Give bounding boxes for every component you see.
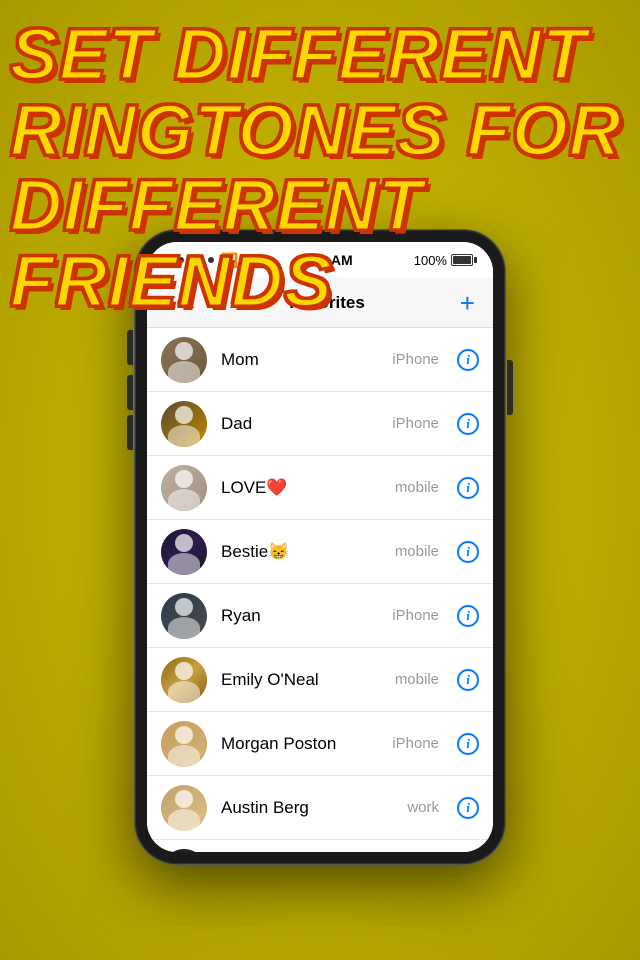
avatar-bestie	[161, 529, 207, 575]
contact-type-bestie: mobile	[395, 543, 439, 560]
info-button-love[interactable]: i	[457, 477, 479, 499]
contact-name-love: LOVE❤️	[221, 478, 395, 498]
avatar-morgan	[161, 721, 207, 767]
contact-info-dad: Dad	[221, 414, 392, 434]
contact-type-emily: mobile	[395, 671, 439, 688]
contact-type-love: mobile	[395, 479, 439, 496]
contact-row-emily[interactable]: Emily O'Nealmobile i	[147, 648, 493, 712]
info-button-ryan[interactable]: i	[457, 605, 479, 627]
contact-right-dad: iPhone i	[392, 413, 479, 435]
contact-right-emily: mobile i	[395, 669, 479, 691]
contact-info-mom: Mom	[221, 350, 392, 370]
headline: Set Different Ringtones For Different Fr…	[10, 18, 630, 320]
contact-row-austin[interactable]: Austin Bergwork i	[147, 776, 493, 840]
contact-info-morgan: Morgan Poston	[221, 734, 392, 754]
contact-type-ryan: iPhone	[392, 607, 439, 624]
contact-right-love: mobile i	[395, 477, 479, 499]
info-button-morgan[interactable]: i	[457, 733, 479, 755]
info-button-austin[interactable]: i	[457, 797, 479, 819]
contact-name-dad: Dad	[221, 414, 392, 434]
contact-list: MomiPhoneiDadiPhoneiLOVE❤️mobileiBestie😸…	[147, 328, 493, 852]
contact-info-austin: Austin Berg	[221, 798, 407, 818]
contact-name-bestie: Bestie😸	[221, 542, 395, 562]
contact-name-ryan: Ryan	[221, 606, 392, 626]
contact-type-austin: work	[407, 799, 439, 816]
contact-info-love: LOVE❤️	[221, 478, 395, 498]
contact-right-austin: work i	[407, 797, 479, 819]
avatar-michelle	[161, 849, 207, 853]
headline-line2: Ringtones For	[10, 94, 630, 170]
contact-row-dad[interactable]: DadiPhone i	[147, 392, 493, 456]
headline-line1: Set Different	[10, 18, 630, 94]
contact-row-ryan[interactable]: RyaniPhone i	[147, 584, 493, 648]
avatar-emily	[161, 657, 207, 703]
info-button-bestie[interactable]: i	[457, 541, 479, 563]
contact-row-love[interactable]: LOVE❤️mobile i	[147, 456, 493, 520]
contact-right-mom: iPhone i	[392, 349, 479, 371]
phone-device: 📶 9:41 AM 100% Edit Favorites + MomiPhon…	[135, 230, 505, 864]
phone-shell: 📶 9:41 AM 100% Edit Favorites + MomiPhon…	[135, 230, 505, 864]
avatar-love	[161, 465, 207, 511]
avatar-austin	[161, 785, 207, 831]
contact-right-bestie: mobile i	[395, 541, 479, 563]
contact-row-mom[interactable]: MomiPhone i	[147, 328, 493, 392]
contact-right-morgan: iPhone i	[392, 733, 479, 755]
contact-type-morgan: iPhone	[392, 735, 439, 752]
contact-row-morgan[interactable]: Morgan PostoniPhone i	[147, 712, 493, 776]
info-button-emily[interactable]: i	[457, 669, 479, 691]
avatar-mom	[161, 337, 207, 383]
avatar-ryan	[161, 593, 207, 639]
contact-info-ryan: Ryan	[221, 606, 392, 626]
contact-row-michelle[interactable]: Michelle Trangmobilei	[147, 840, 493, 852]
contact-type-mom: iPhone	[392, 351, 439, 368]
contact-row-bestie[interactable]: Bestie😸mobile i	[147, 520, 493, 584]
avatar-dad	[161, 401, 207, 447]
contact-name-austin: Austin Berg	[221, 798, 407, 818]
contact-name-morgan: Morgan Poston	[221, 734, 392, 754]
info-button-mom[interactable]: i	[457, 349, 479, 371]
contact-name-emily: Emily O'Neal	[221, 670, 395, 690]
contact-info-bestie: Bestie😸	[221, 542, 395, 562]
headline-line3: Different Friends	[10, 169, 630, 320]
info-button-dad[interactable]: i	[457, 413, 479, 435]
contact-type-dad: iPhone	[392, 415, 439, 432]
contact-right-ryan: iPhone i	[392, 605, 479, 627]
phone-screen: 📶 9:41 AM 100% Edit Favorites + MomiPhon…	[147, 242, 493, 852]
contact-name-mom: Mom	[221, 350, 392, 370]
contact-info-emily: Emily O'Neal	[221, 670, 395, 690]
